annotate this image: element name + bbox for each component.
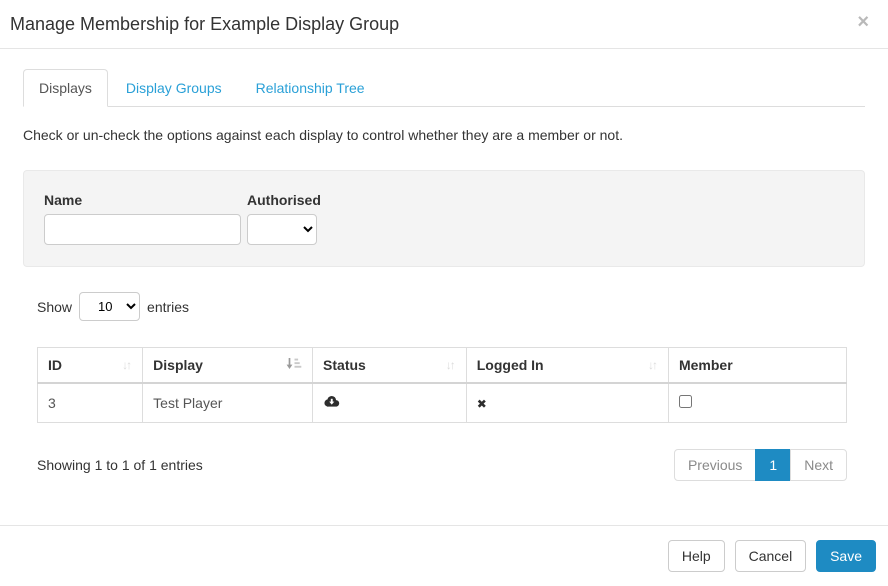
- cell-display: Test Player: [143, 383, 313, 423]
- sort-unsorted-icon: ↓↑: [648, 358, 658, 372]
- authorised-label: Authorised: [247, 192, 321, 208]
- filter-name-field: Name: [44, 192, 241, 245]
- column-header-logged-in-label: Logged In: [477, 357, 544, 373]
- manage-membership-modal: Manage Membership for Example Display Gr…: [0, 0, 888, 586]
- column-header-display-label: Display: [153, 357, 203, 373]
- page-length-select[interactable]: 10: [79, 292, 140, 321]
- cell-id: 3: [38, 383, 143, 423]
- displays-table: ID ↓↑ Display: [37, 347, 847, 423]
- tab-relationship-tree-label[interactable]: Relationship Tree: [240, 69, 381, 107]
- filter-panel: Name Authorised: [23, 170, 865, 267]
- tab-relationship-tree[interactable]: Relationship Tree: [240, 69, 381, 107]
- table-footer-row: Showing 1 to 1 of 1 entries Previous 1 N…: [37, 449, 847, 481]
- column-header-logged-in[interactable]: Logged In ↓↑: [466, 348, 668, 384]
- help-button[interactable]: Help: [668, 540, 725, 572]
- helper-text: Check or un-check the options against ea…: [23, 127, 865, 143]
- cancel-button[interactable]: Cancel: [735, 540, 807, 572]
- cloud-download-icon: [323, 395, 340, 411]
- sort-ascending-icon: [286, 357, 302, 373]
- member-checkbox[interactable]: [679, 395, 692, 408]
- tab-bar: Displays Display Groups Relationship Tre…: [23, 69, 865, 107]
- column-header-id-label: ID: [48, 357, 62, 373]
- table-info: Showing 1 to 1 of 1 entries: [37, 457, 203, 473]
- column-header-status[interactable]: Status ↓↑: [313, 348, 467, 384]
- tab-displays-label[interactable]: Displays: [23, 69, 108, 107]
- pagination-page-1[interactable]: 1: [756, 449, 791, 481]
- column-header-member-label: Member: [679, 357, 733, 373]
- pagination: Previous 1 Next: [674, 449, 847, 481]
- pagination-page-1-label[interactable]: 1: [755, 449, 791, 481]
- modal-title: Manage Membership for Example Display Gr…: [10, 13, 853, 36]
- tab-displays[interactable]: Displays: [23, 69, 108, 107]
- pagination-previous[interactable]: Previous: [674, 449, 756, 481]
- column-header-display[interactable]: Display: [143, 348, 313, 384]
- modal-body: Displays Display Groups Relationship Tre…: [0, 49, 888, 525]
- cell-member: [668, 383, 846, 423]
- length-control: Show 10 entries: [37, 292, 851, 321]
- displays-table-wrap: ID ↓↑ Display: [37, 347, 847, 423]
- sort-unsorted-icon: ↓↑: [122, 358, 132, 372]
- column-header-member: Member: [668, 348, 846, 384]
- entries-label: entries: [147, 299, 189, 315]
- pagination-previous-label[interactable]: Previous: [674, 449, 756, 481]
- cross-icon: ✖: [477, 397, 487, 411]
- cell-status: [313, 383, 467, 423]
- name-input[interactable]: [44, 214, 241, 245]
- table-row: 3 Test Player: [38, 383, 847, 423]
- save-button[interactable]: Save: [816, 540, 876, 572]
- pagination-next-label[interactable]: Next: [790, 449, 847, 481]
- authorised-select[interactable]: [247, 214, 317, 245]
- modal-header: Manage Membership for Example Display Gr…: [0, 0, 888, 49]
- pagination-next[interactable]: Next: [791, 449, 847, 481]
- tab-display-groups-label[interactable]: Display Groups: [110, 69, 238, 107]
- show-label: Show: [37, 299, 72, 315]
- table-header-row: ID ↓↑ Display: [38, 348, 847, 384]
- close-icon[interactable]: ×: [853, 13, 873, 31]
- tab-display-groups[interactable]: Display Groups: [110, 69, 238, 107]
- cell-logged-in: ✖: [466, 383, 668, 423]
- sort-unsorted-icon: ↓↑: [446, 358, 456, 372]
- filter-authorised-field: Authorised: [247, 192, 321, 245]
- column-header-status-label: Status: [323, 357, 366, 373]
- name-label: Name: [44, 192, 241, 208]
- column-header-id[interactable]: ID ↓↑: [38, 348, 143, 384]
- modal-footer: Help Cancel Save: [0, 525, 888, 586]
